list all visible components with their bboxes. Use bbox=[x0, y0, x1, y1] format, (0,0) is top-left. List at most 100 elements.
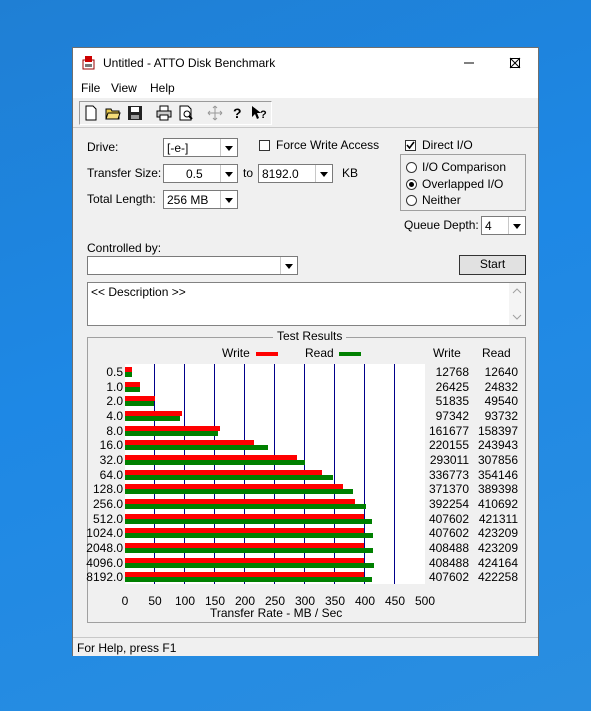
menu-file[interactable]: File bbox=[81, 81, 100, 95]
y-category-label: 8192.0 bbox=[86, 570, 123, 585]
read-bar bbox=[125, 460, 306, 466]
start-button[interactable]: Start bbox=[459, 255, 526, 275]
drive-label: Drive: bbox=[87, 140, 119, 154]
y-category-label: 32.0 bbox=[99, 453, 123, 468]
read-bar bbox=[125, 562, 374, 568]
print-icon[interactable] bbox=[154, 103, 174, 123]
read-column-header: Read bbox=[482, 346, 511, 360]
chevron-down-icon[interactable] bbox=[315, 165, 332, 182]
minimize-button[interactable] bbox=[446, 48, 492, 78]
y-category-label: 2048.0 bbox=[86, 541, 123, 556]
x-tick-label: 400 bbox=[354, 594, 376, 608]
direct-io-label: Direct I/O bbox=[422, 138, 473, 152]
transfer-size-label: Transfer Size: bbox=[87, 166, 162, 180]
read-value: 421311 bbox=[478, 511, 518, 526]
y-category-label: 64.0 bbox=[99, 467, 123, 482]
new-file-icon[interactable] bbox=[81, 103, 101, 123]
legend-read-swatch bbox=[339, 352, 361, 356]
atto-window: Untitled - ATTO Disk Benchmark File View… bbox=[72, 47, 539, 656]
neither-label: Neither bbox=[422, 193, 461, 207]
close-icon bbox=[509, 57, 521, 69]
legend-write-swatch bbox=[256, 352, 278, 356]
to-label: to bbox=[243, 166, 254, 180]
y-category-label: 1024.0 bbox=[86, 526, 123, 541]
overlapped-io-radio[interactable] bbox=[406, 179, 417, 190]
read-value: 354146 bbox=[477, 467, 518, 482]
read-value: 424164 bbox=[477, 555, 518, 570]
drive-value: [-e-] bbox=[167, 141, 189, 155]
description-field[interactable]: << Description >> bbox=[87, 282, 526, 326]
overlapped-io-label: Overlapped I/O bbox=[422, 177, 504, 191]
read-value: 12640 bbox=[484, 365, 518, 379]
transfer-size-to-select[interactable]: 8192.0 bbox=[258, 164, 333, 183]
x-tick-label: 450 bbox=[384, 594, 406, 608]
write-column-header: Write bbox=[433, 346, 461, 360]
description-scrollbar[interactable] bbox=[509, 283, 525, 325]
description-text: << Description >> bbox=[91, 285, 186, 299]
chevron-down-icon[interactable] bbox=[508, 217, 525, 234]
queue-depth-value: 4 bbox=[485, 219, 492, 233]
y-category-label: 1.0 bbox=[106, 379, 123, 394]
read-bar bbox=[125, 445, 268, 451]
chevron-down-icon[interactable] bbox=[280, 257, 297, 274]
x-tick-label: 0 bbox=[121, 594, 129, 608]
read-bar bbox=[125, 577, 373, 583]
close-button[interactable] bbox=[492, 48, 538, 78]
status-bar: For Help, press F1 bbox=[73, 637, 538, 656]
read-bar bbox=[125, 504, 366, 510]
read-bar bbox=[125, 386, 140, 392]
title-bar[interactable]: Untitled - ATTO Disk Benchmark bbox=[73, 48, 538, 78]
transfer-size-from-select[interactable]: 0.5 bbox=[163, 164, 238, 183]
context-help-icon[interactable]: ? bbox=[249, 103, 269, 123]
chevron-down-icon[interactable] bbox=[220, 191, 237, 208]
read-bar bbox=[125, 548, 373, 554]
scroll-arrows-icon bbox=[512, 288, 522, 320]
chevron-down-icon[interactable] bbox=[220, 139, 237, 156]
menu-help[interactable]: Help bbox=[150, 81, 175, 95]
open-folder-icon[interactable] bbox=[103, 103, 123, 123]
read-value: 423209 bbox=[477, 526, 518, 541]
io-comparison-radio[interactable] bbox=[406, 162, 417, 173]
force-write-access-checkbox[interactable] bbox=[259, 140, 270, 151]
read-value: 93732 bbox=[484, 409, 518, 423]
controlled-by-select[interactable] bbox=[87, 256, 298, 275]
read-bar bbox=[125, 518, 372, 524]
chevron-down-icon[interactable] bbox=[220, 165, 237, 182]
x-tick-label: 100 bbox=[174, 594, 196, 608]
y-category-label: 256.0 bbox=[92, 497, 123, 512]
x-tick-label: 500 bbox=[414, 594, 436, 608]
legend-write-label: Write bbox=[222, 346, 250, 360]
read-value: 158397 bbox=[477, 423, 518, 438]
read-value: 49540 bbox=[484, 394, 518, 409]
move-icon[interactable] bbox=[205, 103, 225, 123]
print-preview-icon[interactable] bbox=[176, 103, 196, 123]
read-value: 389398 bbox=[477, 482, 518, 497]
chart-gridline bbox=[394, 364, 395, 584]
menu-view[interactable]: View bbox=[111, 81, 137, 95]
controlled-by-label: Controlled by: bbox=[87, 241, 162, 255]
drive-select[interactable]: [-e-] bbox=[163, 138, 238, 157]
menu-bar: File View Help bbox=[73, 78, 538, 98]
chart-plot-area bbox=[125, 364, 425, 584]
x-axis-label: Transfer Rate - MB / Sec bbox=[210, 606, 343, 620]
minimize-icon bbox=[464, 62, 474, 64]
toolbar: ? ? bbox=[73, 99, 538, 128]
io-comparison-label: I/O Comparison bbox=[422, 160, 507, 174]
help-icon[interactable]: ? bbox=[227, 103, 247, 123]
save-icon[interactable] bbox=[125, 103, 145, 123]
read-bar bbox=[125, 416, 180, 421]
y-category-label: 4.0 bbox=[106, 409, 123, 423]
total-length-select[interactable]: 256 MB bbox=[163, 190, 238, 209]
read-bar bbox=[125, 372, 133, 377]
read-value: 307856 bbox=[477, 453, 518, 468]
neither-radio[interactable] bbox=[406, 195, 417, 206]
kb-label: KB bbox=[342, 166, 359, 180]
queue-depth-select[interactable]: 4 bbox=[481, 216, 526, 235]
direct-io-checkbox[interactable] bbox=[405, 140, 416, 151]
svg-text:?: ? bbox=[233, 105, 242, 121]
force-write-access-label: Force Write Access bbox=[276, 138, 380, 152]
read-bar bbox=[125, 401, 155, 407]
read-value: 243943 bbox=[477, 438, 518, 453]
svg-text:?: ? bbox=[260, 109, 267, 121]
window-title: Untitled - ATTO Disk Benchmark bbox=[103, 56, 276, 70]
